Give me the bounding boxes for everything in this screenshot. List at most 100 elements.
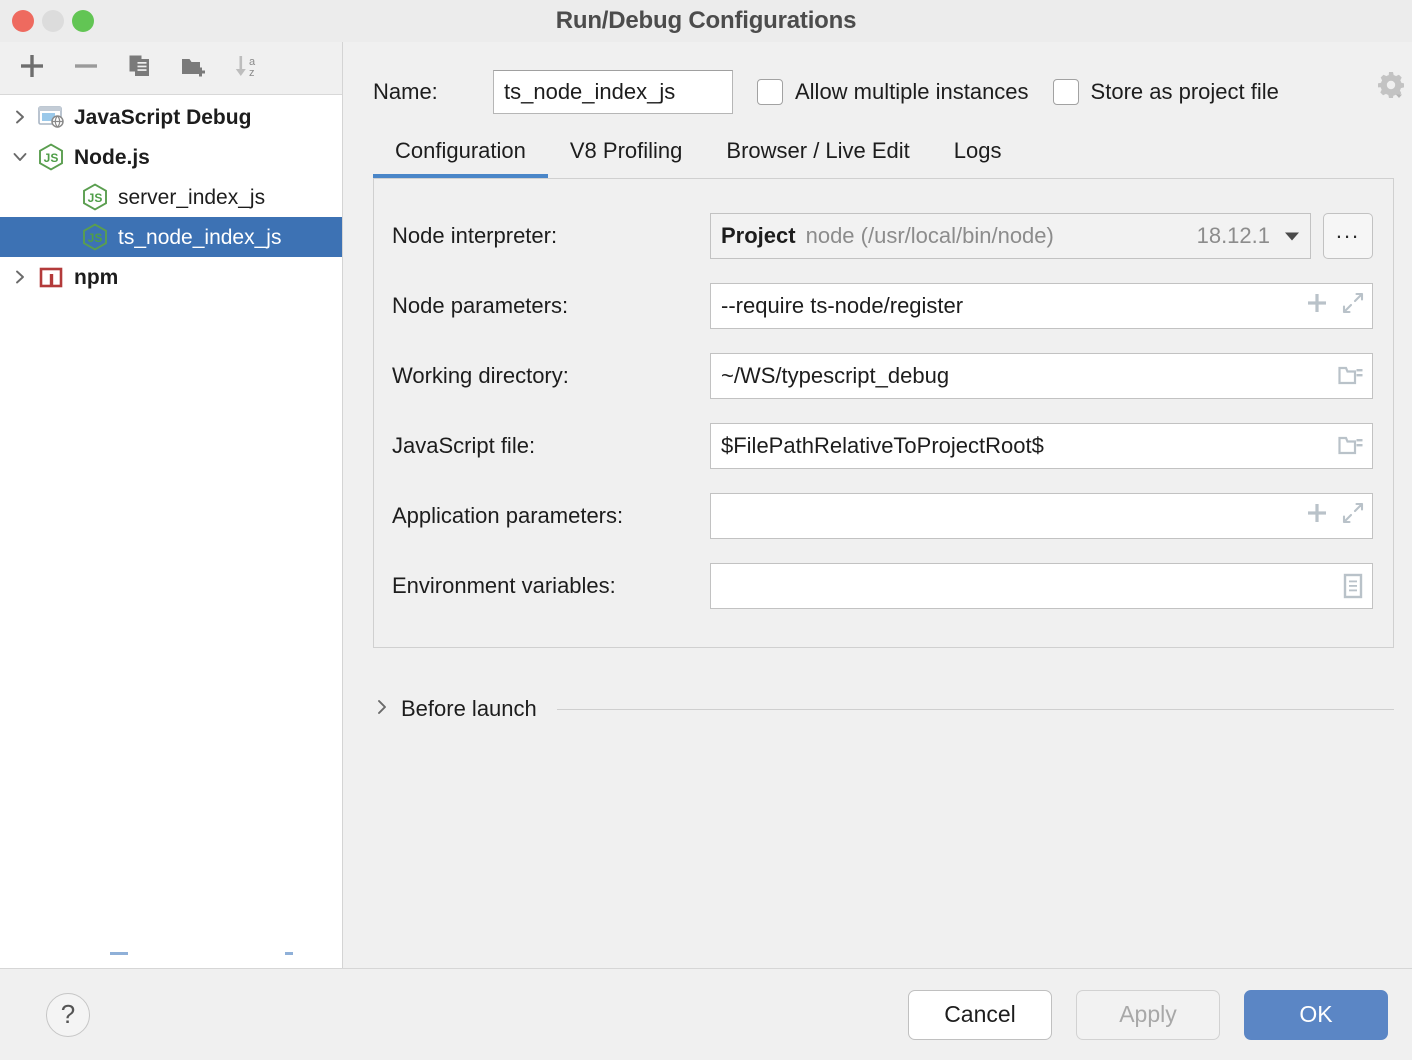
tree-item-javascript-debug[interactable]: JavaScript Debug [0, 97, 342, 137]
tree-item-label: server_index_js [118, 187, 265, 208]
help-button[interactable]: ? [46, 993, 90, 1037]
copy-icon [127, 53, 153, 84]
tree-item-label: npm [74, 267, 118, 288]
configuration-form-panel: Node interpreter: Project node (/usr/loc… [373, 178, 1394, 648]
chevron-down-icon[interactable] [1282, 226, 1302, 246]
remove-configuration-button[interactable] [62, 47, 110, 89]
tree-overflow-hint [0, 950, 342, 958]
working-directory-value: ~/WS/typescript_debug [721, 363, 949, 389]
node-interpreter-browse-button[interactable]: ... [1323, 213, 1373, 259]
title-bar: Run/Debug Configurations [0, 0, 1412, 42]
environment-variables-row: Environment variables: [392, 551, 1373, 621]
application-parameters-row: Application parameters: [392, 481, 1373, 551]
minimize-window-button[interactable] [42, 10, 64, 32]
name-input[interactable] [493, 70, 733, 114]
gear-icon [1376, 70, 1406, 105]
environment-variables-field[interactable] [710, 563, 1373, 609]
chevron-right-icon[interactable] [6, 257, 34, 297]
store-as-project-file-checkbox[interactable]: Store as project file [1053, 79, 1279, 105]
node-parameters-value: --require ts-node/register [721, 293, 963, 319]
tree-item-server-index-js[interactable]: JS server_index_js [0, 177, 342, 217]
minus-icon [73, 53, 99, 84]
tab-configuration[interactable]: Configuration [373, 138, 548, 178]
copy-configuration-button[interactable] [116, 47, 164, 89]
name-label: Name: [373, 79, 493, 105]
folder-add-icon [180, 53, 208, 84]
sidebar-toolbar: a z [0, 42, 342, 95]
close-window-button[interactable] [12, 10, 34, 32]
tab-v8-profiling[interactable]: V8 Profiling [548, 138, 705, 178]
node-interpreter-combobox[interactable]: Project node (/usr/local/bin/node) 18.12… [710, 213, 1311, 259]
node-parameters-label: Node parameters: [392, 293, 710, 319]
node-interpreter-version: 18.12.1 [1197, 223, 1270, 249]
environment-variables-label: Environment variables: [392, 573, 710, 599]
node-interpreter-path: node (/usr/local/bin/node) [806, 223, 1054, 249]
node-interpreter-scope: Project [721, 223, 796, 249]
tree-item-label: ts_node_index_js [118, 227, 281, 248]
cancel-button[interactable]: Cancel [908, 990, 1052, 1040]
sort-alphabetically-button[interactable]: a z [224, 47, 272, 89]
new-folder-button[interactable] [170, 47, 218, 89]
add-parameter-icon[interactable] [1306, 292, 1328, 320]
svg-text:z: z [249, 67, 255, 79]
dialog-footer: ? Cancel Apply OK [0, 968, 1412, 1060]
nodejs-icon: JS [78, 180, 112, 214]
node-interpreter-row: Node interpreter: Project node (/usr/loc… [392, 201, 1373, 271]
folder-browse-icon[interactable] [1338, 365, 1364, 387]
editor-tabs[interactable]: Configuration V8 Profiling Browser / Liv… [343, 120, 1412, 178]
chevron-down-icon[interactable] [6, 137, 34, 177]
tree-item-label: JavaScript Debug [74, 107, 251, 128]
application-parameters-field[interactable] [710, 493, 1373, 539]
configurations-tree[interactable]: JavaScript Debug JS Node.js [0, 95, 342, 968]
chevron-right-icon[interactable] [373, 698, 391, 721]
store-as-project-file-label: Store as project file [1091, 79, 1279, 105]
apply-button[interactable]: Apply [1076, 990, 1220, 1040]
name-row: Name: Allow multiple instances Store as … [343, 42, 1412, 120]
tree-item-label: Node.js [74, 147, 150, 168]
expand-editor-icon[interactable] [1342, 502, 1364, 530]
store-settings-gear-button[interactable] [1374, 70, 1408, 104]
tree-item-ts-node-index-js[interactable]: JS ts_node_index_js [0, 217, 342, 257]
environment-variables-editor-icon[interactable] [1342, 573, 1364, 599]
before-launch-label: Before launch [401, 696, 537, 722]
add-parameter-icon[interactable] [1306, 502, 1328, 530]
svg-text:JS: JS [88, 191, 103, 205]
javascript-file-field[interactable]: $FilePathRelativeToProjectRoot$ [710, 423, 1373, 469]
configurations-sidebar: a z [0, 42, 343, 968]
working-directory-label: Working directory: [392, 363, 710, 389]
working-directory-row: Working directory: ~/WS/typescript_debug [392, 341, 1373, 411]
nodejs-icon: JS [78, 220, 112, 254]
configuration-editor-pane: Name: Allow multiple instances Store as … [343, 42, 1412, 968]
window-title: Run/Debug Configurations [556, 7, 857, 35]
zoom-window-button[interactable] [72, 10, 94, 32]
sort-az-icon: a z [234, 53, 262, 84]
expand-editor-icon[interactable] [1342, 292, 1364, 320]
javascript-file-label: JavaScript file: [392, 433, 710, 459]
dialog-body: a z [0, 42, 1412, 968]
chevron-right-icon[interactable] [6, 97, 34, 137]
javascript-file-value: $FilePathRelativeToProjectRoot$ [721, 433, 1044, 459]
allow-multiple-instances-checkbox[interactable]: Allow multiple instances [757, 79, 1029, 105]
folder-browse-icon[interactable] [1338, 435, 1364, 457]
tab-logs[interactable]: Logs [932, 138, 1024, 178]
tab-browser-live-edit[interactable]: Browser / Live Edit [704, 138, 931, 178]
js-debug-icon [34, 100, 68, 134]
before-launch-section[interactable]: Before launch [373, 696, 1394, 722]
plus-icon [19, 53, 45, 84]
checkbox-box[interactable] [1053, 79, 1079, 105]
tree-item-npm[interactable]: npm [0, 257, 342, 297]
javascript-file-row: JavaScript file: $FilePathRelativeToProj… [392, 411, 1373, 481]
npm-icon [34, 260, 68, 294]
working-directory-field[interactable]: ~/WS/typescript_debug [710, 353, 1373, 399]
window-controls [12, 10, 94, 32]
ok-button[interactable]: OK [1244, 990, 1388, 1040]
node-interpreter-label: Node interpreter: [392, 223, 710, 249]
svg-text:JS: JS [88, 231, 103, 245]
node-parameters-field[interactable]: --require ts-node/register [710, 283, 1373, 329]
run-debug-configurations-dialog: Run/Debug Configurations [0, 0, 1412, 1060]
node-parameters-row: Node parameters: --require ts-node/regis… [392, 271, 1373, 341]
checkbox-box[interactable] [757, 79, 783, 105]
add-configuration-button[interactable] [8, 47, 56, 89]
tree-item-nodejs[interactable]: JS Node.js [0, 137, 342, 177]
before-launch-divider [557, 709, 1394, 710]
